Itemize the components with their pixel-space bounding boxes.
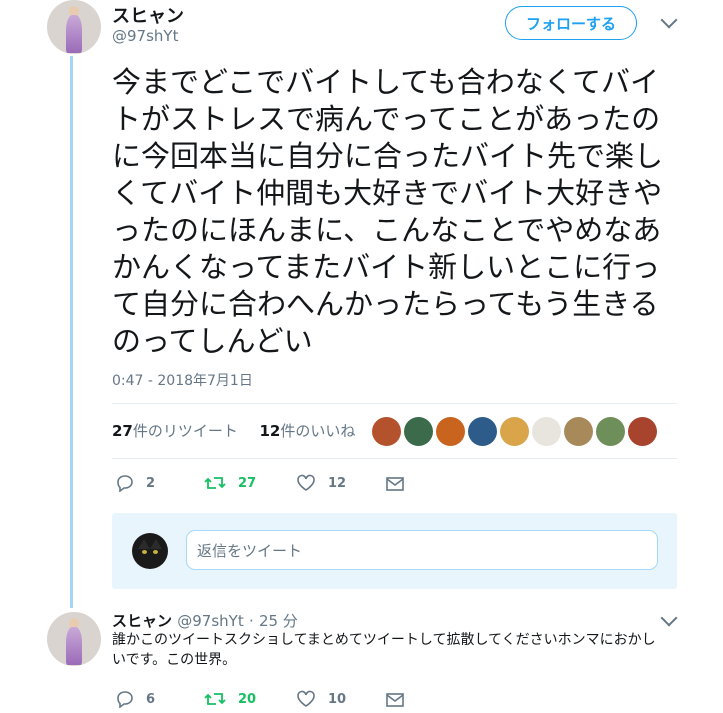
reply-like-count: 10 [328, 691, 347, 707]
reply-input[interactable]: 返信をツイート [186, 530, 658, 570]
retweet-icon [204, 477, 226, 489]
liker-avatar[interactable] [628, 417, 657, 446]
author-avatar[interactable] [47, 0, 101, 54]
liker-avatar[interactable] [564, 417, 593, 446]
chevron-down-icon[interactable] [660, 609, 678, 627]
reply-reply-count: 6 [146, 691, 156, 707]
like-action[interactable]: 12 [296, 474, 346, 492]
reply-icon [117, 475, 133, 492]
liker-avatar[interactable] [404, 417, 433, 446]
liker-avatar[interactable] [532, 417, 561, 446]
liker-avatar[interactable] [372, 417, 401, 446]
reply-direct-message-action[interactable] [386, 692, 416, 708]
reply-like-action[interactable]: 10 [296, 690, 346, 708]
reply-icon [117, 691, 133, 708]
reply-handle[interactable]: @97shYt [177, 612, 243, 630]
tweet-text: 今までどこでバイトしても合わなくてバイトがストレスで病んでってことがあったのに今… [112, 65, 664, 358]
retweet-icon [204, 693, 226, 705]
liker-avatar[interactable] [436, 417, 465, 446]
follow-button[interactable]: フォローする [505, 6, 637, 40]
retweet-action[interactable]: 27 [204, 474, 256, 492]
tweet-stats: 27件のリツイート 12件のいいね [112, 420, 355, 441]
retweet-stat[interactable]: 27件のリツイート [112, 422, 238, 440]
liker-avatars [372, 417, 657, 446]
reply-display-name[interactable]: スヒャン [112, 612, 172, 630]
author-handle[interactable]: @97shYt [112, 27, 178, 45]
divider [112, 458, 677, 459]
reply-author-avatar[interactable] [47, 612, 101, 666]
current-user-avatar [132, 533, 168, 569]
liker-avatar[interactable] [468, 417, 497, 446]
heart-icon [297, 690, 315, 707]
heart-icon [297, 474, 315, 491]
retweet-count: 27 [238, 475, 257, 491]
reply-count: 2 [146, 475, 156, 491]
divider [112, 403, 677, 404]
reply-time[interactable]: 25 分 [259, 612, 298, 630]
like-count: 12 [328, 475, 347, 491]
thread-connector-line [70, 56, 73, 608]
envelope-icon [386, 477, 404, 491]
like-stat[interactable]: 12件のいいね [259, 422, 355, 440]
author-display-name[interactable]: スヒャン [112, 2, 184, 28]
reply-reply-action[interactable]: 6 [116, 690, 155, 708]
envelope-icon [386, 693, 404, 707]
reply-retweet-action[interactable]: 20 [204, 690, 256, 708]
chevron-down-icon[interactable] [660, 11, 678, 29]
reply-header: スヒャン @97shYt · 25 分 [112, 610, 298, 631]
reply-separator: · [248, 612, 254, 630]
reply-retweet-count: 20 [238, 691, 257, 707]
reply-action[interactable]: 2 [116, 474, 155, 492]
reply-text: 誰かこのツイートスクショしてまとめてツイートして拡散してくださいホンマにおかしい… [112, 632, 656, 668]
direct-message-action[interactable] [386, 476, 416, 492]
tweet-timestamp[interactable]: 0:47 - 2018年7月1日 [112, 370, 253, 390]
liker-avatar[interactable] [500, 417, 529, 446]
liker-avatar[interactable] [596, 417, 625, 446]
